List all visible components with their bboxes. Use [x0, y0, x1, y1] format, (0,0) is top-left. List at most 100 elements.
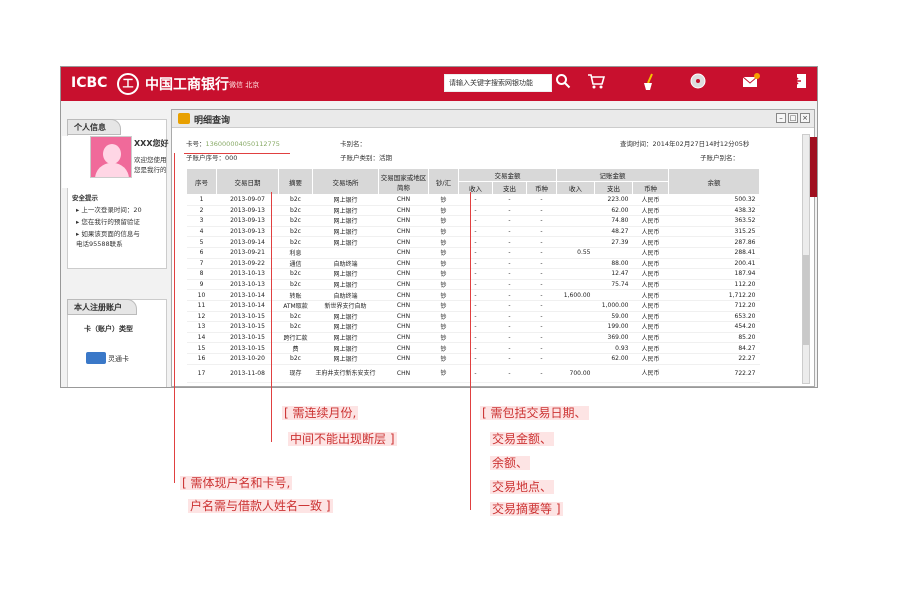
table-cell: [594, 289, 633, 301]
table-cell: 网上银行: [312, 321, 379, 333]
table-cell: 人民币: [632, 258, 669, 270]
minimize-button[interactable]: –: [776, 113, 786, 123]
personal-info-tab[interactable]: 个人信息: [67, 119, 121, 135]
detail-query-window: 明细查询 – □ × 卡号：136000004050112775 卡别名： 查询…: [171, 109, 815, 387]
table-cell: -: [458, 353, 493, 365]
table-cell: 网上银行: [312, 353, 379, 365]
table-cell: 自助终端: [312, 258, 379, 270]
table-cell: 12: [186, 311, 217, 323]
table-cell: CHN: [378, 364, 429, 383]
table-cell: 22.27: [668, 353, 760, 365]
header-balance: 余额: [668, 168, 760, 195]
table-cell: -: [492, 364, 527, 383]
table-cell: 62.00: [594, 205, 633, 217]
icbc-logo-mark: 工: [117, 73, 139, 95]
table-cell: 1,600.00: [556, 289, 595, 301]
disc-icon[interactable]: [688, 73, 708, 93]
table-cell: [594, 247, 633, 259]
table-cell: 钞: [428, 258, 459, 270]
table-cell: 钞: [428, 353, 459, 365]
table-cell: CHN: [378, 226, 429, 238]
table-row: 6 2013-09-21 利息 CHN 钞 - - -0.55 人民币 288.41: [186, 247, 760, 259]
table-cell: 人民币: [632, 332, 669, 344]
table-row: 16 2013-10-20 b2c 网上银行 CHN 钞 - - -62.00 人民币 22.27: [186, 353, 760, 365]
table-cell: 自助终端: [312, 289, 379, 301]
table-cell: 2013-10-15: [216, 332, 279, 344]
table-cell: 12.47: [594, 268, 633, 280]
table-cell: 287.86: [668, 236, 760, 248]
scroll-thumb[interactable]: [803, 255, 809, 345]
cart-icon[interactable]: [586, 73, 606, 93]
table-cell: 钞: [428, 311, 459, 323]
table-cell: b2c: [278, 268, 313, 280]
table-row: 10 2013-10-14 转账 自助终端 CHN 钞 - - -1,600.00 人民币 1,71…: [186, 289, 760, 301]
annotation-3-line-1: [ 需体现户名和卡号,: [180, 476, 293, 490]
mail-icon[interactable]: [741, 73, 761, 93]
table-cell: [556, 205, 595, 217]
table-cell: CHN: [378, 215, 429, 227]
welcome-line-2: 您是我行的: [134, 166, 167, 174]
table-cell: 5: [186, 236, 217, 248]
table-cell: b2c: [278, 236, 313, 248]
table-cell: CHN: [378, 236, 429, 248]
card-name[interactable]: 灵通卡: [108, 354, 129, 364]
table-cell: 2013-09-13: [216, 215, 279, 227]
table-cell: 2013-09-13: [216, 226, 279, 238]
annotation-2-line-4: 交易地点、: [490, 480, 555, 494]
maximize-button[interactable]: □: [788, 113, 798, 123]
table-cell: -: [458, 321, 493, 333]
table-cell: 1,712.20: [668, 289, 760, 301]
scrollbar[interactable]: [802, 134, 810, 384]
table-cell: 7: [186, 258, 217, 270]
table-cell: 438.32: [668, 205, 760, 217]
table-row: 17 2013-11-08 现存 王府井支行新东安支行 CHN 钞 - - -700.00 人民币…: [186, 364, 760, 383]
search-input[interactable]: 请输入关键字搜索网银功能: [444, 74, 552, 92]
table-cell: -: [458, 268, 493, 280]
table-cell: 2013-10-15: [216, 342, 279, 354]
table-cell: -: [458, 364, 493, 383]
table-cell: CHN: [378, 289, 429, 301]
search-icon[interactable]: [553, 73, 573, 93]
broom-icon[interactable]: [639, 73, 659, 93]
table-cell: CHN: [378, 353, 429, 365]
table-cell: 62.00: [594, 353, 633, 365]
side-drawer-tab[interactable]: [810, 137, 817, 197]
table-cell: b2c: [278, 226, 313, 238]
table-cell: -: [458, 300, 493, 312]
accounts-tab[interactable]: 本人注册账户: [67, 299, 137, 315]
table-cell: -: [526, 311, 557, 323]
table-cell: 653.20: [668, 311, 760, 323]
close-button[interactable]: ×: [800, 113, 810, 123]
table-cell: [556, 321, 595, 333]
table-cell: CHN: [378, 205, 429, 217]
table-cell: 网上银行: [312, 236, 379, 248]
table-cell: 人民币: [632, 194, 669, 206]
table-cell: -: [458, 342, 493, 354]
table-cell: 人民币: [632, 247, 669, 259]
security-title: 安全提示: [72, 194, 98, 202]
table-cell: 1: [186, 194, 217, 206]
table-cell: 网上银行: [312, 215, 379, 227]
table-cell: CHN: [378, 258, 429, 270]
exit-icon[interactable]: [791, 73, 811, 93]
table-cell: 363.52: [668, 215, 760, 227]
table-cell: -: [458, 247, 493, 259]
table-row: 12 2013-10-15 b2c 网上银行 CHN 钞 - - -59.00 人民币 653.20: [186, 311, 760, 323]
table-cell: -: [458, 194, 493, 206]
table-cell: CHN: [378, 247, 429, 259]
table-cell: 网上银行: [312, 194, 379, 206]
card-icon: [86, 352, 106, 364]
annotation-line-date-vert: [271, 192, 272, 442]
table-cell: 2013-09-13: [216, 205, 279, 217]
table-cell: -: [492, 289, 527, 301]
icbc-logo: ICBC: [71, 75, 108, 91]
table-cell: 人民币: [632, 300, 669, 312]
table-cell: [556, 332, 595, 344]
table-row: 2 2013-09-13 b2c 网上银行 CHN 钞 - - -62.00 人民币 438.32: [186, 205, 760, 217]
table-cell: b2c: [278, 311, 313, 323]
table-cell: 2013-10-14: [216, 300, 279, 312]
table-cell: CHN: [378, 311, 429, 323]
header-date: 交易日期: [216, 168, 279, 195]
table-cell: 人民币: [632, 205, 669, 217]
table-cell: 722.27: [668, 364, 760, 383]
